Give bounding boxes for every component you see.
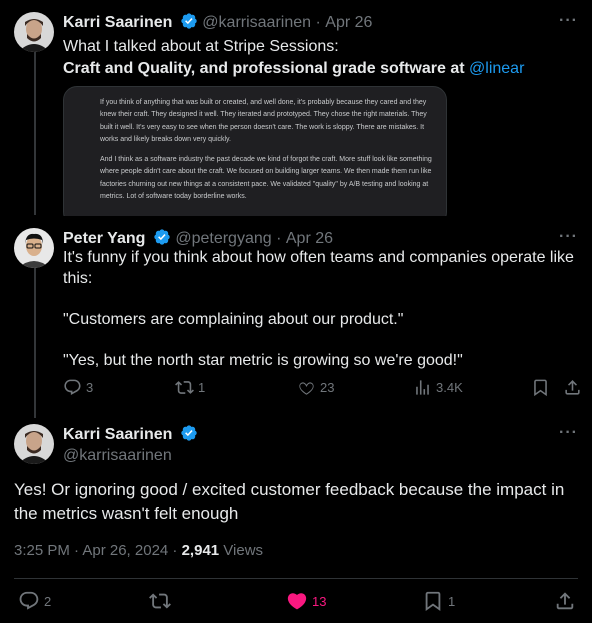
like-button[interactable]: 23 — [297, 378, 334, 397]
more-options-icon[interactable]: ··· — [559, 12, 578, 30]
author-handle[interactable]: @karrisaarinen — [202, 14, 311, 31]
tweet-meta: 3:25 PM · Apr 26, 2024 · 2,941 Views — [14, 542, 263, 559]
views-button[interactable]: 3.4K — [413, 378, 463, 397]
image-text-paragraph: If you think of anything that was built … — [100, 99, 427, 143]
reply-count: 2 — [44, 593, 52, 609]
reply-icon — [19, 591, 39, 610]
reply-count: 3 — [86, 380, 94, 395]
avatar[interactable] — [14, 12, 54, 52]
views-label: Views — [219, 542, 264, 559]
retweet-count: 1 — [198, 380, 206, 395]
like-button[interactable]: 13 — [286, 590, 326, 612]
image-text-paragraph: And I think as a software industry the p… — [100, 156, 432, 201]
retweet-button[interactable] — [149, 590, 171, 612]
separator: · — [315, 14, 321, 31]
views-count: 3.4K — [436, 380, 463, 395]
tweet-actions: 2 13 1 — [14, 590, 578, 616]
tweet-text-paragraph: It's funny if you think about how often … — [63, 249, 574, 287]
reply-button[interactable]: 2 — [18, 590, 51, 612]
tweet-karri-stripe[interactable]: Karri Saarinen @karrisaarinen · Apr 26 ·… — [0, 0, 592, 226]
views-count: 2,941 — [181, 542, 220, 559]
tweet-text-bold: Craft and Quality, and professional grad… — [63, 60, 465, 77]
bookmark-button[interactable]: 1 — [422, 590, 455, 612]
bookmark-button[interactable] — [531, 378, 550, 397]
share-icon — [565, 380, 580, 395]
author-handle[interactable]: @petergyang — [175, 230, 271, 247]
share-button[interactable] — [563, 378, 582, 397]
author-name[interactable]: Karri Saarinen — [63, 426, 172, 443]
tweet-text: Yes! Or ignoring good / excited customer… — [14, 480, 565, 523]
reply-icon — [64, 379, 81, 395]
verified-badge-icon — [154, 229, 170, 245]
retweet-button[interactable]: 1 — [175, 378, 205, 397]
thread-connector — [34, 268, 36, 418]
author-handle[interactable]: @karrisaarinen — [63, 447, 198, 465]
verified-badge-icon — [181, 425, 197, 441]
heart-icon — [299, 382, 314, 395]
retweet-icon — [149, 593, 171, 609]
bookmark-icon — [534, 379, 547, 397]
tweet-text-line: What I talked about at Stripe Sessions: — [63, 38, 339, 55]
more-options-icon[interactable]: ··· — [559, 228, 578, 246]
bookmark-count: 1 — [448, 593, 456, 609]
heart-filled-icon — [287, 593, 307, 610]
timestamp[interactable]: 3:25 PM · Apr 26, 2024 · — [14, 542, 182, 559]
tweet-date[interactable]: Apr 26 — [286, 230, 333, 247]
tweet-text-paragraph: "Yes, but the north star metric is growi… — [63, 351, 463, 369]
share-icon — [556, 592, 574, 610]
tweet-peter-yang[interactable]: Peter Yang @petergyang · Apr 26 ··· It's… — [0, 216, 592, 406]
more-options-icon[interactable]: ··· — [559, 424, 578, 442]
analytics-icon — [416, 380, 429, 395]
tweet-date[interactable]: Apr 26 — [325, 14, 372, 31]
tweet-karri-reply[interactable]: Karri Saarinen @karrisaarinen ··· Yes! O… — [0, 416, 592, 623]
verified-badge-icon — [181, 13, 197, 29]
separator: · — [276, 230, 282, 247]
mention-link[interactable]: @linear — [469, 60, 524, 77]
avatar[interactable] — [14, 424, 54, 464]
author-name[interactable]: Karri Saarinen — [63, 14, 172, 31]
tweet-text-paragraph: "Customers are complaining about our pro… — [63, 310, 404, 328]
attached-image[interactable]: If you think of anything that was built … — [63, 86, 447, 226]
like-count: 23 — [320, 380, 335, 395]
retweet-icon — [175, 381, 194, 394]
reply-button[interactable]: 3 — [63, 378, 93, 397]
bookmark-icon — [425, 591, 441, 612]
author-name[interactable]: Peter Yang — [63, 230, 145, 247]
share-button[interactable] — [554, 590, 576, 612]
avatar[interactable] — [14, 228, 54, 268]
tweet-actions: 3 1 23 3.4K — [63, 378, 583, 400]
like-count: 13 — [312, 593, 327, 609]
divider — [14, 578, 578, 579]
